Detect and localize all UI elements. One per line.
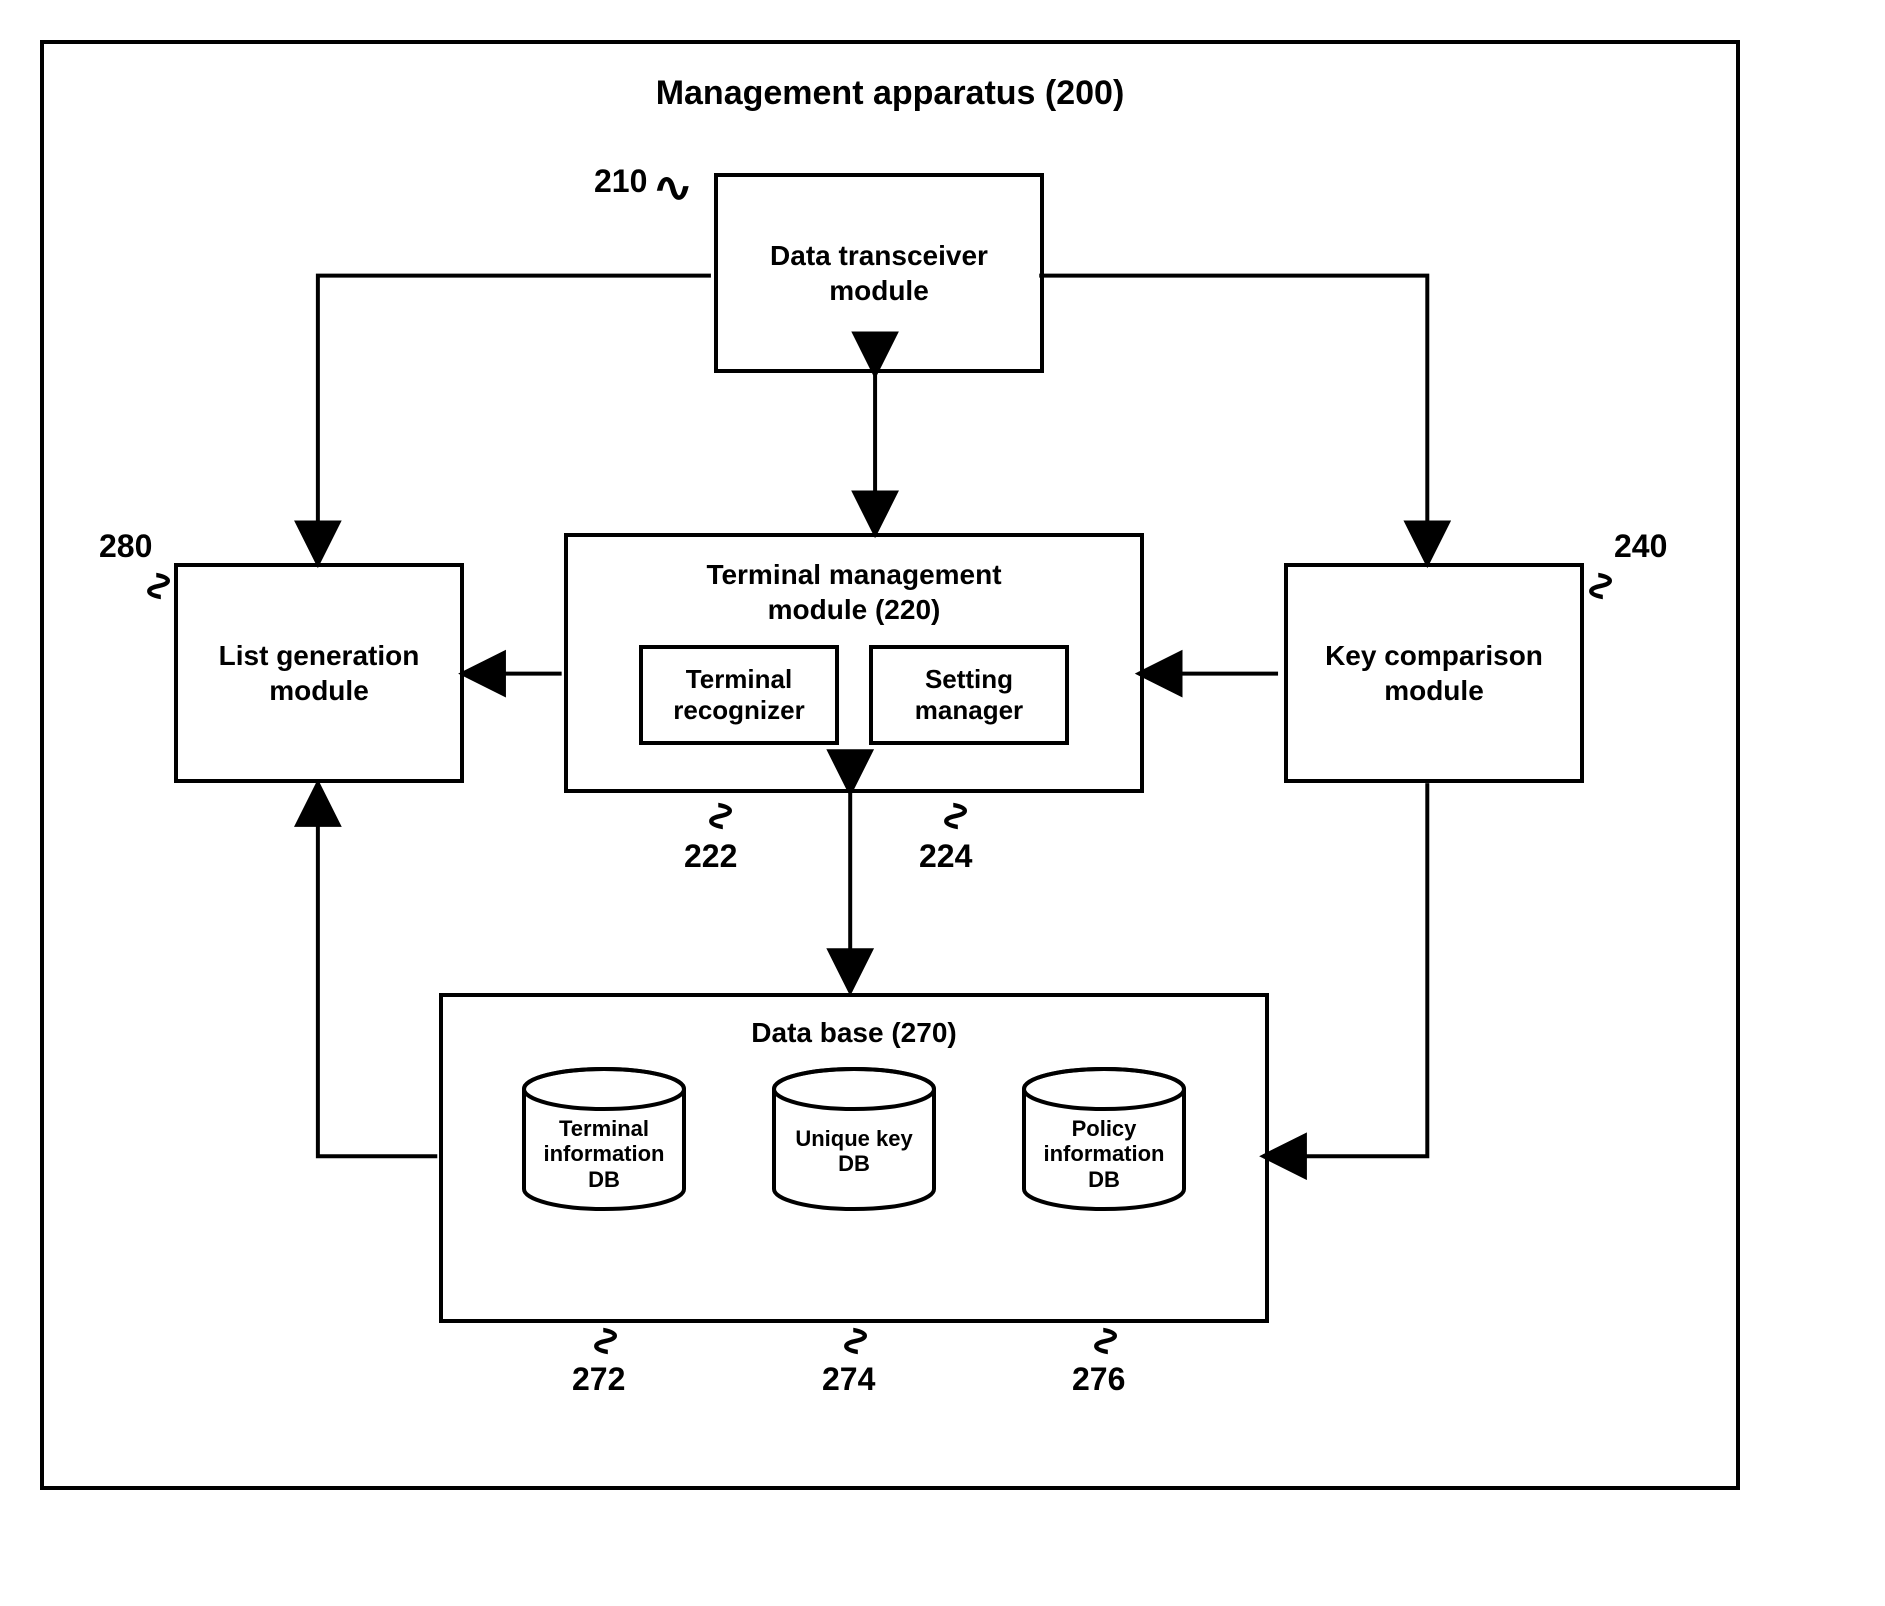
ref-276: 276	[1072, 1361, 1125, 1398]
db-cylinders-row: Terminal information DB Unique key DB	[514, 1064, 1194, 1192]
block-list-generation: List generation module	[174, 563, 464, 783]
tm-sub-row: Terminal recognizer Setting manager	[639, 645, 1069, 745]
outer-frame: Management apparatus (200) Data transcei…	[40, 40, 1740, 1490]
squiggle-210: ∿	[653, 165, 693, 211]
label-setting-manager: Setting manager	[915, 664, 1023, 726]
db-unique-key: Unique key DB	[764, 1064, 944, 1192]
squiggle-240: ∿	[1578, 569, 1624, 603]
block-key-comparison: Key comparison module	[1284, 563, 1584, 783]
ref-222: 222	[684, 838, 737, 875]
squiggle-276: ∿	[1083, 1324, 1129, 1358]
ref-224: 224	[919, 838, 972, 875]
label-database: Data base (270)	[751, 1015, 956, 1050]
db-policy-info: Policy information DB	[1014, 1064, 1194, 1192]
squiggle-280: ∿	[136, 569, 182, 603]
label-list-generation: List generation module	[219, 638, 420, 708]
label-data-transceiver: Data transceiver module	[770, 238, 988, 308]
ref-280: 280	[99, 528, 152, 565]
db-terminal-info: Terminal information DB	[514, 1064, 694, 1192]
cylinder-icon	[514, 1064, 694, 1214]
label-key-comparison: Key comparison module	[1325, 638, 1543, 708]
block-database: Data base (270) Terminal information DB	[439, 993, 1269, 1323]
ref-240: 240	[1614, 528, 1667, 565]
ref-210: 210	[594, 163, 647, 200]
diagram-canvas: Data transceiver module ∿ 210 List gener…	[94, 133, 1686, 1463]
label-terminal-management: Terminal management module (220)	[706, 557, 1001, 627]
squiggle-272: ∿	[583, 1324, 629, 1358]
sub-setting-manager: Setting manager	[869, 645, 1069, 745]
squiggle-224: ∿	[933, 799, 979, 833]
cylinder-icon	[764, 1064, 944, 1214]
diagram-title: Management apparatus (200)	[94, 74, 1686, 113]
ref-274: 274	[822, 1361, 875, 1398]
block-terminal-management: Terminal management module (220) Termina…	[564, 533, 1144, 793]
label-terminal-recognizer: Terminal recognizer	[673, 664, 805, 726]
cylinder-icon	[1014, 1064, 1194, 1214]
sub-terminal-recognizer: Terminal recognizer	[639, 645, 839, 745]
squiggle-274: ∿	[833, 1324, 879, 1358]
block-data-transceiver: Data transceiver module	[714, 173, 1044, 373]
ref-272: 272	[572, 1361, 625, 1398]
squiggle-222: ∿	[698, 799, 744, 833]
